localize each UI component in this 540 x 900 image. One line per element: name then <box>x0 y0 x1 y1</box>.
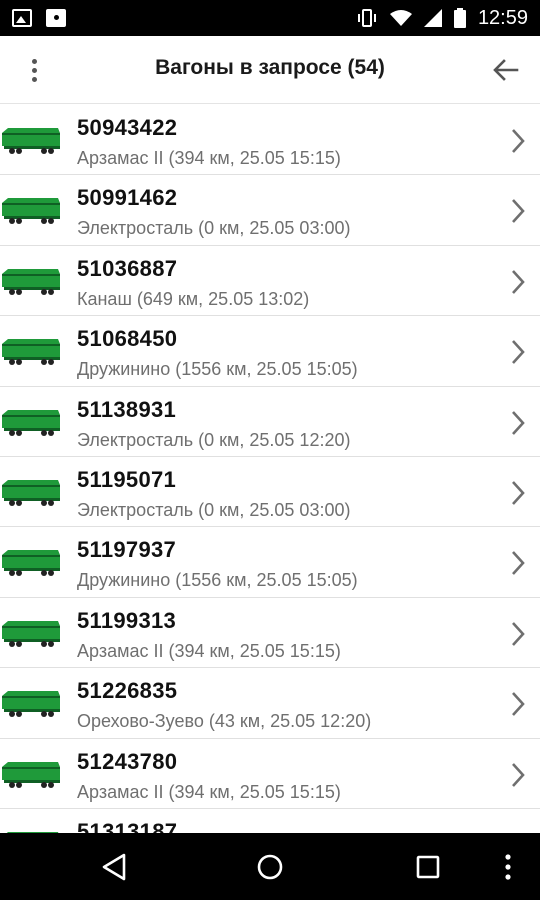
wagon-location: Электросталь (0 км, 25.05 12:20) <box>77 429 351 450</box>
wagon-list-item[interactable]: 51243780 Арзамас II (394 км, 25.05 15:15… <box>0 738 540 809</box>
wagon-icon <box>2 620 60 647</box>
chevron-right-icon <box>512 762 525 787</box>
chevron-right-icon <box>512 199 525 224</box>
chevron-right-icon <box>512 269 525 294</box>
wagon-icon <box>2 691 60 718</box>
wagon-location: Арзамас II (394 км, 25.05 15:15) <box>77 781 341 802</box>
recents-square-icon[interactable] <box>410 851 446 883</box>
wagon-icon <box>2 479 60 506</box>
wagon-list-item[interactable]: 51068450 Дружинино (1556 км, 25.05 15:05… <box>0 316 540 387</box>
wagon-number: 51068450 <box>77 326 178 352</box>
wagon-icon <box>2 761 60 788</box>
wagon-number: 51199313 <box>77 607 177 633</box>
wagon-icon <box>2 268 60 295</box>
chevron-right-icon <box>512 129 525 153</box>
wifi-icon <box>389 9 412 27</box>
wagon-list-item[interactable]: 50943422 Арзамас II (394 км, 25.05 15:15… <box>0 105 540 176</box>
wagon-icon <box>2 409 60 436</box>
wagon-number: 51226835 <box>77 678 178 704</box>
status-bar: 12:59 <box>0 0 540 36</box>
chevron-right-icon <box>512 481 525 505</box>
wagon-number: 50943422 <box>77 115 178 140</box>
wagon-icon <box>2 339 60 366</box>
app-bar: Вагоны в запросе (54) <box>0 36 540 104</box>
wagon-number: 51197937 <box>77 537 177 563</box>
chevron-right-icon <box>512 551 525 576</box>
status-right-icons: 12:59 <box>356 0 528 36</box>
back-triangle-icon[interactable] <box>96 851 132 883</box>
wagon-list-item[interactable]: 51138931 Электросталь (0 км, 25.05 12:20… <box>0 386 540 457</box>
status-left-icons <box>12 9 66 27</box>
wagon-number: 50991462 <box>77 185 178 211</box>
wagon-location: Орехово-Зуево (43 км, 25.05 12:20) <box>77 711 372 732</box>
wagon-location: Электросталь (0 км, 25.05 03:00) <box>77 499 351 520</box>
wagon-list-item[interactable]: 50991462 Электросталь (0 км, 25.05 03:00… <box>0 175 540 246</box>
wagon-icon <box>2 550 60 577</box>
wagon-number: 51036887 <box>77 255 178 281</box>
home-circle-icon[interactable] <box>252 851 288 883</box>
video-icon <box>46 9 66 27</box>
wagon-location: Арзамас II (394 км, 25.05 15:15) <box>77 148 341 168</box>
vibrate-icon <box>356 8 378 28</box>
wagon-list-item[interactable]: 51199313 Арзамас II (394 км, 25.05 15:15… <box>0 597 540 669</box>
wagon-list-item[interactable]: 51197937 Дружинино (1556 км, 25.05 15:05… <box>0 527 540 598</box>
battery-icon <box>453 8 466 28</box>
wagon-list-item[interactable]: 51036887 Канаш (649 км, 25.05 13:02) <box>0 245 540 317</box>
wagon-location: Дружинино (1556 км, 25.05 15:05) <box>77 359 358 380</box>
wagon-number: 51195071 <box>77 466 177 492</box>
chevron-right-icon <box>512 621 525 646</box>
arrow-back-icon[interactable] <box>490 54 522 86</box>
wagon-list: 50943422 Арзамас II (394 км, 25.05 15:15… <box>0 105 540 833</box>
page-title: Вагоны в запросе (54) <box>155 56 385 79</box>
wagon-icon <box>2 128 60 154</box>
nav-overflow-menu-icon[interactable] <box>496 851 520 883</box>
chevron-right-icon <box>512 410 525 435</box>
wagon-number: 51243780 <box>77 748 178 774</box>
chevron-right-icon <box>512 692 525 716</box>
wagon-list-item[interactable]: 51313187 <box>0 808 540 833</box>
status-time: 12:59 <box>477 6 528 29</box>
image-icon <box>12 9 32 27</box>
wagon-number: 51313187 <box>77 818 178 833</box>
wagon-list-item[interactable]: 51226835 Орехово-Зуево (43 км, 25.05 12:… <box>0 668 540 739</box>
wagon-list-item[interactable]: 51195071 Электросталь (0 км, 25.05 03:00… <box>0 456 540 528</box>
wagon-location: Арзамас II (394 км, 25.05 15:15) <box>77 640 341 661</box>
signal-icon <box>423 9 442 27</box>
wagon-location: Дружинино (1556 км, 25.05 15:05) <box>77 570 358 591</box>
system-nav-bar <box>0 833 540 900</box>
chevron-right-icon <box>512 340 525 365</box>
wagon-location: Канаш (649 км, 25.05 13:02) <box>77 288 310 309</box>
wagon-icon <box>2 198 60 225</box>
wagon-number: 51138931 <box>77 396 177 422</box>
wagon-location: Электросталь (0 км, 25.05 03:00) <box>77 218 351 239</box>
